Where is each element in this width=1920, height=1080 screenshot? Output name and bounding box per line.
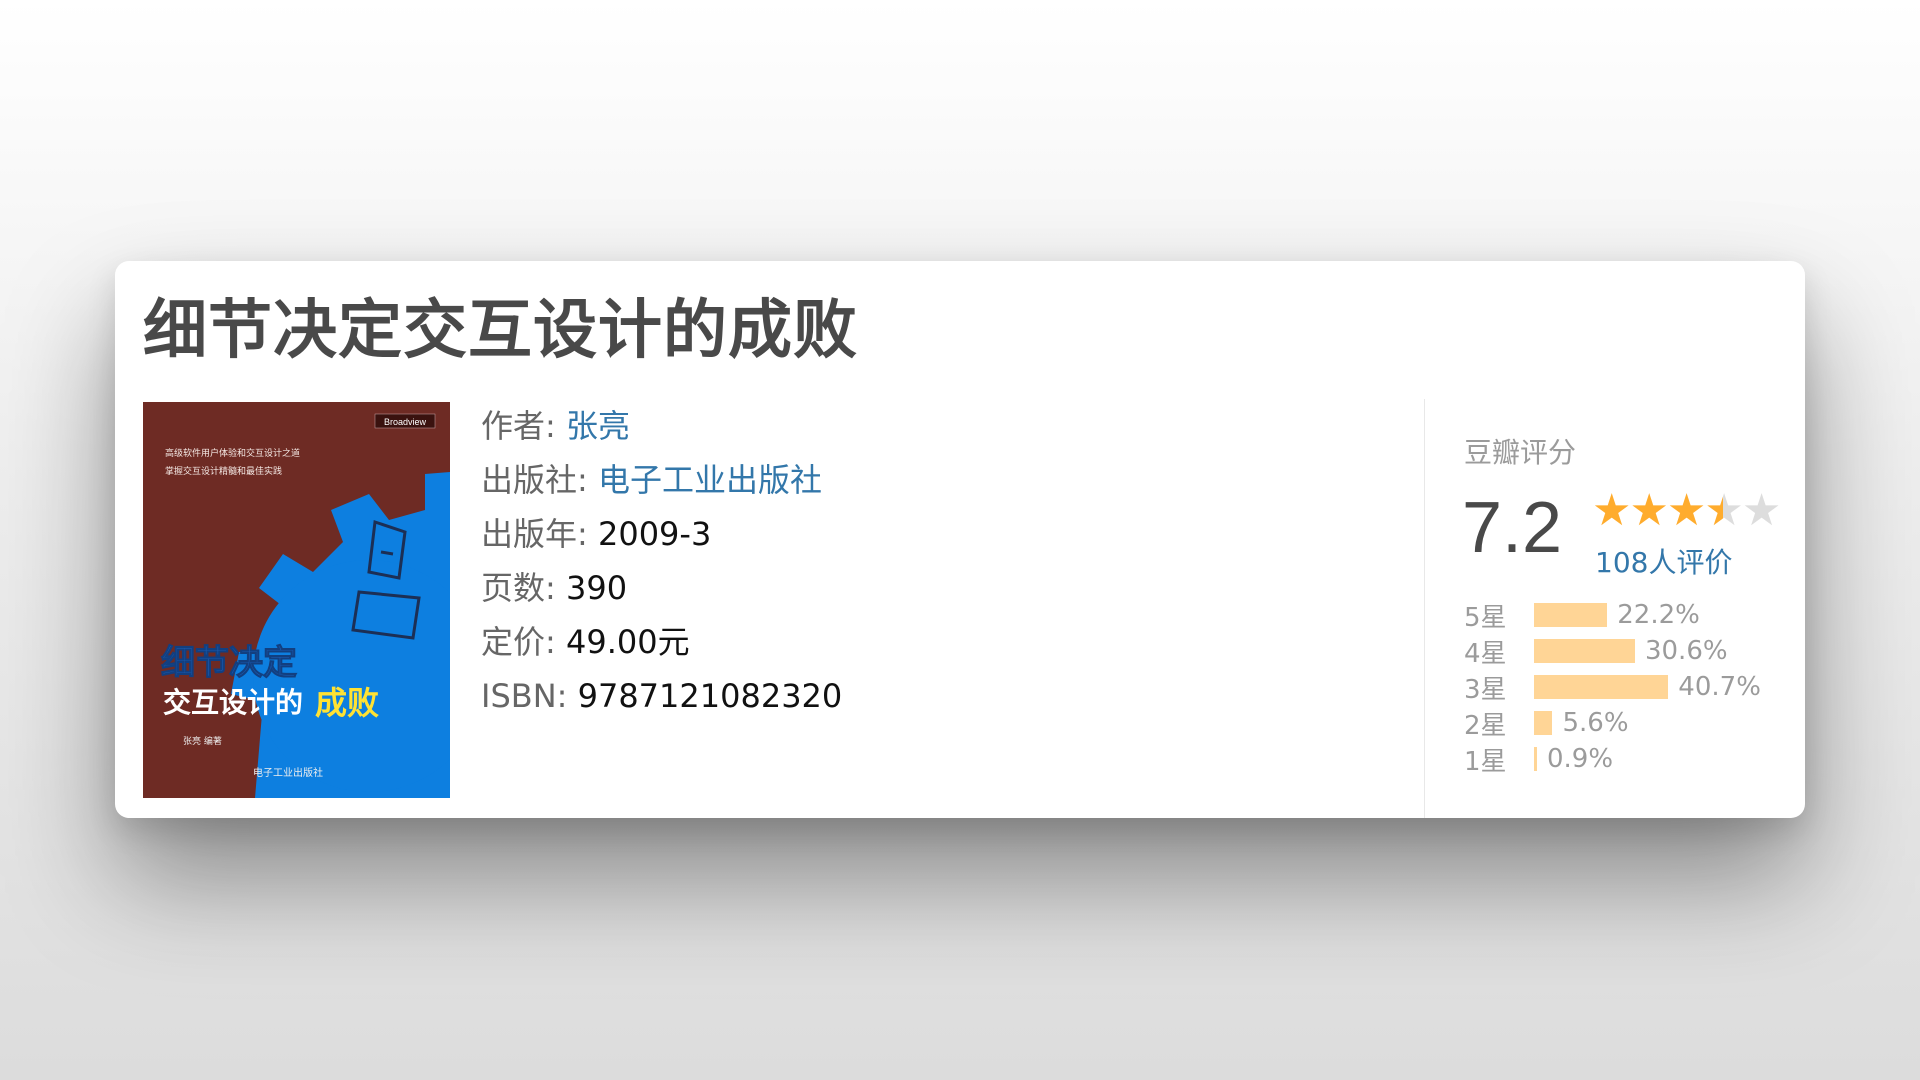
book-cover-art: Broadview 高级软件用户体验和交互设计之道 掌握交互设计精髓和最佳实践 … (143, 402, 450, 798)
publisher-label: 出版社: (481, 461, 588, 499)
rating-score: 7.2 (1462, 488, 1563, 568)
publisher-link[interactable]: 电子工业出版社 (598, 461, 822, 499)
dist-bar (1534, 675, 1669, 699)
cover-publisher: 电子工业出版社 (253, 766, 323, 779)
dist-bar (1534, 747, 1537, 771)
star-icon: ★ (1704, 485, 1743, 536)
rating-panel: 豆瓣评分 7.2 ★★★★★ 108人评价 5星 22.2% 4星 30.6% 3星 40… (1462, 431, 1804, 777)
dist-percent: 5.6% (1562, 708, 1629, 738)
author-link[interactable]: 张亮 (566, 407, 630, 445)
dist-star-label: 3星 (1464, 674, 1507, 705)
cover-blurb-2: 掌握交互设计精髓和最佳实践 (165, 465, 282, 477)
dist-bar (1534, 603, 1608, 627)
dist-percent: 22.2% (1617, 600, 1700, 630)
votes-link[interactable]: 108人评价 (1595, 541, 1732, 581)
dist-star-label: 4星 (1464, 638, 1507, 669)
star-icon: ★ (1592, 485, 1631, 536)
rating-dist-row: 4星 30.6% (1464, 633, 1804, 669)
author-row: 作者: 张亮 (481, 399, 842, 453)
book-title: 细节决定交互设计的成败 (143, 294, 858, 368)
author-label: 作者: (481, 407, 556, 445)
year-value: 2009-3 (597, 515, 712, 553)
star-icon: ★ (1741, 485, 1781, 536)
cover-blurb-1: 高级软件用户体验和交互设计之道 (165, 447, 300, 459)
price-label: 定价: (481, 623, 556, 661)
cover-author: 张亮 编著 (183, 735, 222, 747)
pages-value: 390 (565, 569, 628, 607)
star-icon: ★ (1629, 485, 1668, 536)
dist-percent: 40.7% (1678, 672, 1761, 702)
cover-title-line2b: 成败 (315, 684, 379, 722)
rating-label: 豆瓣评分 (1464, 436, 1577, 469)
rating-dist-row: 2星 5.6% (1464, 705, 1804, 741)
rating-stars: ★★★★★ (1592, 485, 1781, 536)
cover-title-line1: 细节决定 (161, 643, 297, 683)
book-card: 细节决定交互设计的成败 Broadview 高级软件用户体验和交互设计之道 掌握… (115, 261, 1805, 818)
rating-dist-row: 1星 0.9% (1464, 741, 1804, 777)
book-info: 作者: 张亮 出版社: 电子工业出版社 出版年: 2009-3 页数: 390 … (481, 399, 842, 723)
isbn-value: 9787121082320 (577, 677, 843, 715)
dist-star-label: 1星 (1464, 746, 1507, 777)
price-value: 49.00元 (565, 623, 690, 661)
dist-percent: 0.9% (1547, 744, 1614, 774)
pages-row: 页数: 390 (481, 561, 842, 615)
cover-title-line2a: 交互设计的 (163, 686, 303, 719)
rating-distribution: 5星 22.2% 4星 30.6% 3星 40.7% 2星 5.6% 1星 0.9% (1464, 597, 1804, 777)
publisher-row: 出版社: 电子工业出版社 (481, 453, 842, 507)
dist-star-label: 5星 (1464, 602, 1507, 633)
isbn-label: ISBN: (481, 677, 568, 715)
cover-badge-text: Broadview (384, 417, 427, 427)
dist-bar (1534, 711, 1553, 735)
dist-percent: 30.6% (1644, 636, 1728, 666)
year-row: 出版年: 2009-3 (481, 507, 842, 561)
book-cover-image[interactable]: Broadview 高级软件用户体验和交互设计之道 掌握交互设计精髓和最佳实践 … (143, 402, 450, 798)
rating-dist-row: 5星 22.2% (1464, 597, 1804, 633)
price-row: 定价: 49.00元 (481, 615, 842, 669)
section-divider (1424, 399, 1425, 818)
rating-dist-row: 3星 40.7% (1464, 669, 1804, 705)
pages-label: 页数: (481, 569, 556, 607)
isbn-row: ISBN: 9787121082320 (481, 669, 842, 723)
score-row: 7.2 ★★★★★ 108人评价 (1462, 479, 1804, 589)
dist-star-label: 2星 (1464, 710, 1507, 741)
year-label: 出版年: (481, 515, 588, 553)
dist-bar (1534, 639, 1635, 663)
star-icon: ★ (1666, 485, 1706, 536)
